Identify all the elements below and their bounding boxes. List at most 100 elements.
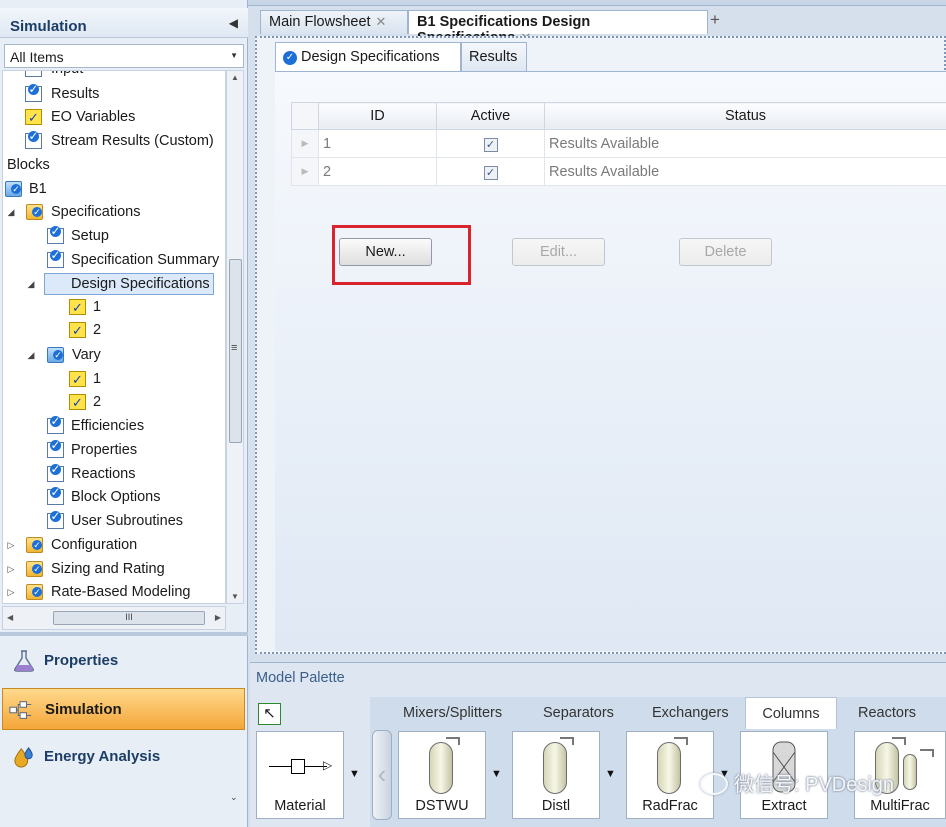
nav-simulation-button[interactable]: Simulation: [2, 688, 245, 730]
row-selector-icon[interactable]: ▶: [291, 129, 319, 158]
collapsed-arrow-icon[interactable]: ▷: [5, 581, 17, 603]
flowsheet-icon: [9, 701, 32, 719]
form-icon: [47, 464, 64, 482]
tree-item-label: Specifications: [51, 204, 141, 220]
tree-item-label: Configuration: [51, 537, 138, 553]
folder-icon: [26, 204, 43, 220]
chevron-down-icon[interactable]: ▼: [491, 768, 502, 780]
scrollbar-thumb[interactable]: ≡: [229, 259, 242, 443]
nav-label: Energy Analysis: [44, 748, 161, 765]
collapsed-arrow-icon[interactable]: ▷: [5, 558, 17, 580]
scroll-down-icon[interactable]: ▼: [231, 592, 239, 601]
completed-check-icon: [69, 392, 86, 414]
collapse-pane-icon[interactable]: ◀: [229, 16, 238, 30]
form-icon: [25, 71, 42, 77]
table-row[interactable]: ▶ 1 ✓ Results Available: [291, 129, 946, 158]
column-header-active[interactable]: Active: [436, 102, 545, 130]
pointer-tool-icon[interactable]: ↖: [258, 703, 281, 725]
form-icon: [47, 511, 64, 529]
tree-item-label: Sizing and Rating: [51, 561, 165, 577]
tab-columns[interactable]: Columns: [745, 697, 837, 729]
tab-mixers-splitters[interactable]: Mixers/Splitters: [397, 697, 508, 729]
folder-icon: [26, 584, 43, 600]
pane-splitter[interactable]: [0, 632, 248, 636]
flask-icon: [14, 650, 34, 672]
design-spec-grid: ID Active Status ▶ 1 ✓ Results Available…: [291, 102, 946, 186]
tab-exchangers[interactable]: Exchangers: [646, 697, 735, 729]
tree-item-label: Results: [51, 86, 100, 102]
cell-active[interactable]: ✓: [436, 129, 545, 158]
palette-category-tabs: Mixers/Splitters Separators Exchangers C…: [370, 697, 946, 729]
wechat-icon: [700, 773, 728, 795]
material-stream-icon: ▷: [269, 756, 332, 778]
chevron-down-icon[interactable]: ▼: [230, 51, 238, 60]
active-checkbox[interactable]: ✓: [483, 137, 498, 152]
watermark: 微信号: PVDesign: [700, 768, 894, 797]
scroll-up-icon[interactable]: ▲: [231, 73, 239, 82]
tree-filter-dropdown[interactable]: All Items ▼: [4, 44, 244, 68]
new-button[interactable]: New...: [339, 238, 432, 266]
palette-title: Model Palette: [256, 670, 345, 686]
column-header-status[interactable]: Status: [544, 102, 946, 130]
tree-item-label: Design Specifications: [44, 273, 214, 295]
tree-item-label: Specification Summary: [71, 252, 220, 268]
cell-active[interactable]: ✓: [436, 157, 545, 186]
close-icon[interactable]: ✕: [376, 14, 387, 29]
expanded-arrow-icon[interactable]: ◢: [5, 201, 17, 223]
column-header-id[interactable]: ID: [318, 102, 437, 130]
expanded-arrow-icon[interactable]: ◢: [25, 344, 37, 366]
scrollbar-thumb[interactable]: III: [53, 611, 205, 625]
palette-item-distl[interactable]: Distl: [512, 731, 600, 819]
scroll-right-icon[interactable]: ▶: [215, 613, 221, 622]
tab-label: Design Specifications: [301, 49, 440, 65]
tab-b1-design-specifications[interactable]: B1 Specifications Design Specifications✕: [408, 10, 708, 46]
cell-status: Results Available: [544, 157, 946, 186]
document-tab-bar: Main Flowsheet ✕ B1 Specifications Design…: [250, 8, 946, 46]
grid-header-row: ID Active Status: [291, 102, 946, 130]
tab-label: Results: [469, 49, 518, 65]
table-row[interactable]: ▶ 2 ✓ Results Available: [291, 157, 946, 186]
form-body: ID Active Status ▶ 1 ✓ Results Available…: [275, 71, 946, 651]
filter-value: All Items: [10, 49, 64, 65]
cell-id[interactable]: 2: [318, 157, 437, 186]
chevron-down-icon[interactable]: ▼: [605, 768, 616, 780]
tab-main-flowsheet[interactable]: Main Flowsheet ✕: [260, 10, 408, 34]
column-icon: [657, 737, 688, 794]
cell-status: Results Available: [544, 129, 946, 158]
cell-id[interactable]: 1: [318, 129, 437, 158]
tree-item-label: User Subroutines: [71, 513, 184, 529]
form-icon: [25, 131, 42, 149]
scroll-left-icon[interactable]: ◀: [7, 613, 13, 622]
tree-item-label: Rate-Based Modeling: [51, 584, 191, 600]
completed-check-icon: [69, 369, 86, 391]
palette-item-material[interactable]: ▷ Material: [256, 731, 344, 819]
palette-item-dstwu[interactable]: DSTWU: [398, 731, 486, 819]
tree-horizontal-scrollbar[interactable]: ◀ III ▶: [2, 606, 226, 630]
tab-separators[interactable]: Separators: [537, 697, 620, 729]
edit-button[interactable]: Edit...: [512, 238, 605, 266]
expanded-arrow-icon[interactable]: ◢: [25, 273, 37, 295]
tab-design-specifications[interactable]: ✓ Design Specifications: [275, 42, 461, 73]
nav-energy-analysis-button[interactable]: Energy Analysis: [2, 736, 245, 778]
add-tab-icon[interactable]: +: [710, 10, 720, 30]
form-icon: [47, 416, 64, 434]
tab-reactors[interactable]: Reactors: [852, 697, 922, 729]
delete-button[interactable]: Delete: [679, 238, 772, 266]
tree-item-label: Blocks: [7, 157, 50, 173]
active-checkbox[interactable]: ✓: [483, 165, 498, 180]
tab-results[interactable]: Results: [461, 42, 527, 72]
tree-item-label: Stream Results (Custom): [51, 133, 214, 149]
row-selector-icon[interactable]: ▶: [291, 157, 319, 186]
tree-vertical-scrollbar[interactable]: ▲ ≡ ▼: [226, 70, 244, 604]
chevron-down-icon[interactable]: ▼: [349, 768, 360, 780]
column-icon: [543, 737, 574, 794]
complete-check-icon: ✓: [283, 51, 297, 65]
palette-scroll-left-button[interactable]: ‹: [372, 730, 392, 820]
palette-item-label: MultiFrac: [870, 798, 930, 814]
nav-properties-button[interactable]: Properties: [2, 640, 245, 682]
form-panel: ✓ Design Specifications Results ID Active…: [255, 36, 946, 654]
chevron-down-icon[interactable]: ⌄: [230, 792, 238, 803]
tree-item-label: 1: [93, 371, 102, 387]
palette-item-label: Extract: [761, 798, 807, 814]
collapsed-arrow-icon[interactable]: ▷: [5, 534, 17, 556]
